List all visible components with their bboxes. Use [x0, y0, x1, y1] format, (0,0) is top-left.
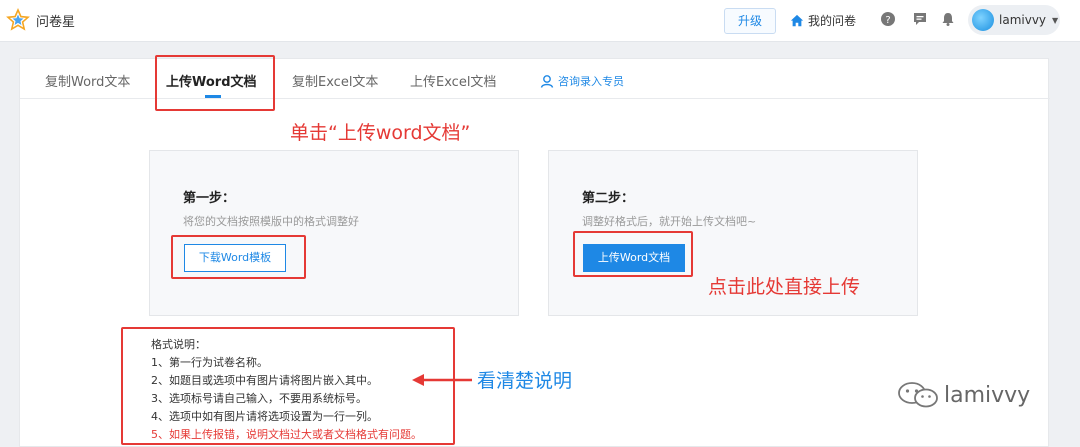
star-logo-icon: [6, 8, 30, 31]
avatar: [972, 9, 994, 31]
annotation-read-notes: 看清楚说明: [477, 370, 573, 392]
my-surveys-link[interactable]: 我的问卷: [790, 12, 856, 29]
arrow-left-icon: [412, 374, 472, 386]
help-icon[interactable]: ?: [880, 11, 896, 27]
agent-icon: [540, 75, 554, 88]
annotation-click-upload: 点击此处直接上传: [708, 276, 861, 298]
home-icon: [790, 14, 804, 26]
logo[interactable]: 问卷星: [6, 8, 75, 32]
step1-description: 将您的文档按照模版中的格式调整好: [183, 215, 359, 228]
annotation-box-upload: [573, 231, 693, 277]
step2-title: 第二步：: [582, 191, 635, 206]
step1-title: 第一步：: [183, 191, 236, 206]
tab-upload-excel[interactable]: 上传Excel文档: [410, 71, 496, 90]
annotation-box-notes: [121, 327, 455, 445]
feedback-icon[interactable]: [912, 11, 928, 27]
user-name: lamivvy: [999, 13, 1047, 27]
upgrade-button[interactable]: 升级: [724, 8, 776, 34]
my-surveys-label: 我的问卷: [808, 14, 857, 28]
tab-copy-word[interactable]: 复制Word文本: [45, 71, 130, 90]
top-bar: 问卷星 升级 我的问卷 ? lamivvy ▼: [0, 0, 1080, 42]
consult-link[interactable]: 咨询录入专员: [540, 73, 624, 89]
annotation-click-tab: 单击“上传word文档”: [290, 122, 471, 144]
watermark-text: lamivvy: [944, 382, 1031, 408]
caret-down-icon: ▼: [1052, 15, 1059, 25]
annotation-box-tab: [155, 55, 275, 111]
wechat-logo-icon: [898, 382, 938, 408]
tab-copy-excel[interactable]: 复制Excel文本: [292, 71, 378, 90]
user-menu[interactable]: lamivvy ▼: [968, 5, 1060, 35]
app-name: 问卷星: [36, 14, 76, 30]
bell-icon[interactable]: [940, 11, 956, 27]
watermark: lamivvy: [896, 380, 1030, 410]
step2-description: 调整好格式后，就开始上传文档吧~: [582, 215, 757, 228]
step1-panel: 第一步： 将您的文档按照模版中的格式调整好 下载Word模板: [149, 150, 519, 316]
consult-label: 咨询录入专员: [558, 75, 624, 88]
svg-text:?: ?: [885, 15, 890, 26]
annotation-box-download: [171, 235, 306, 279]
